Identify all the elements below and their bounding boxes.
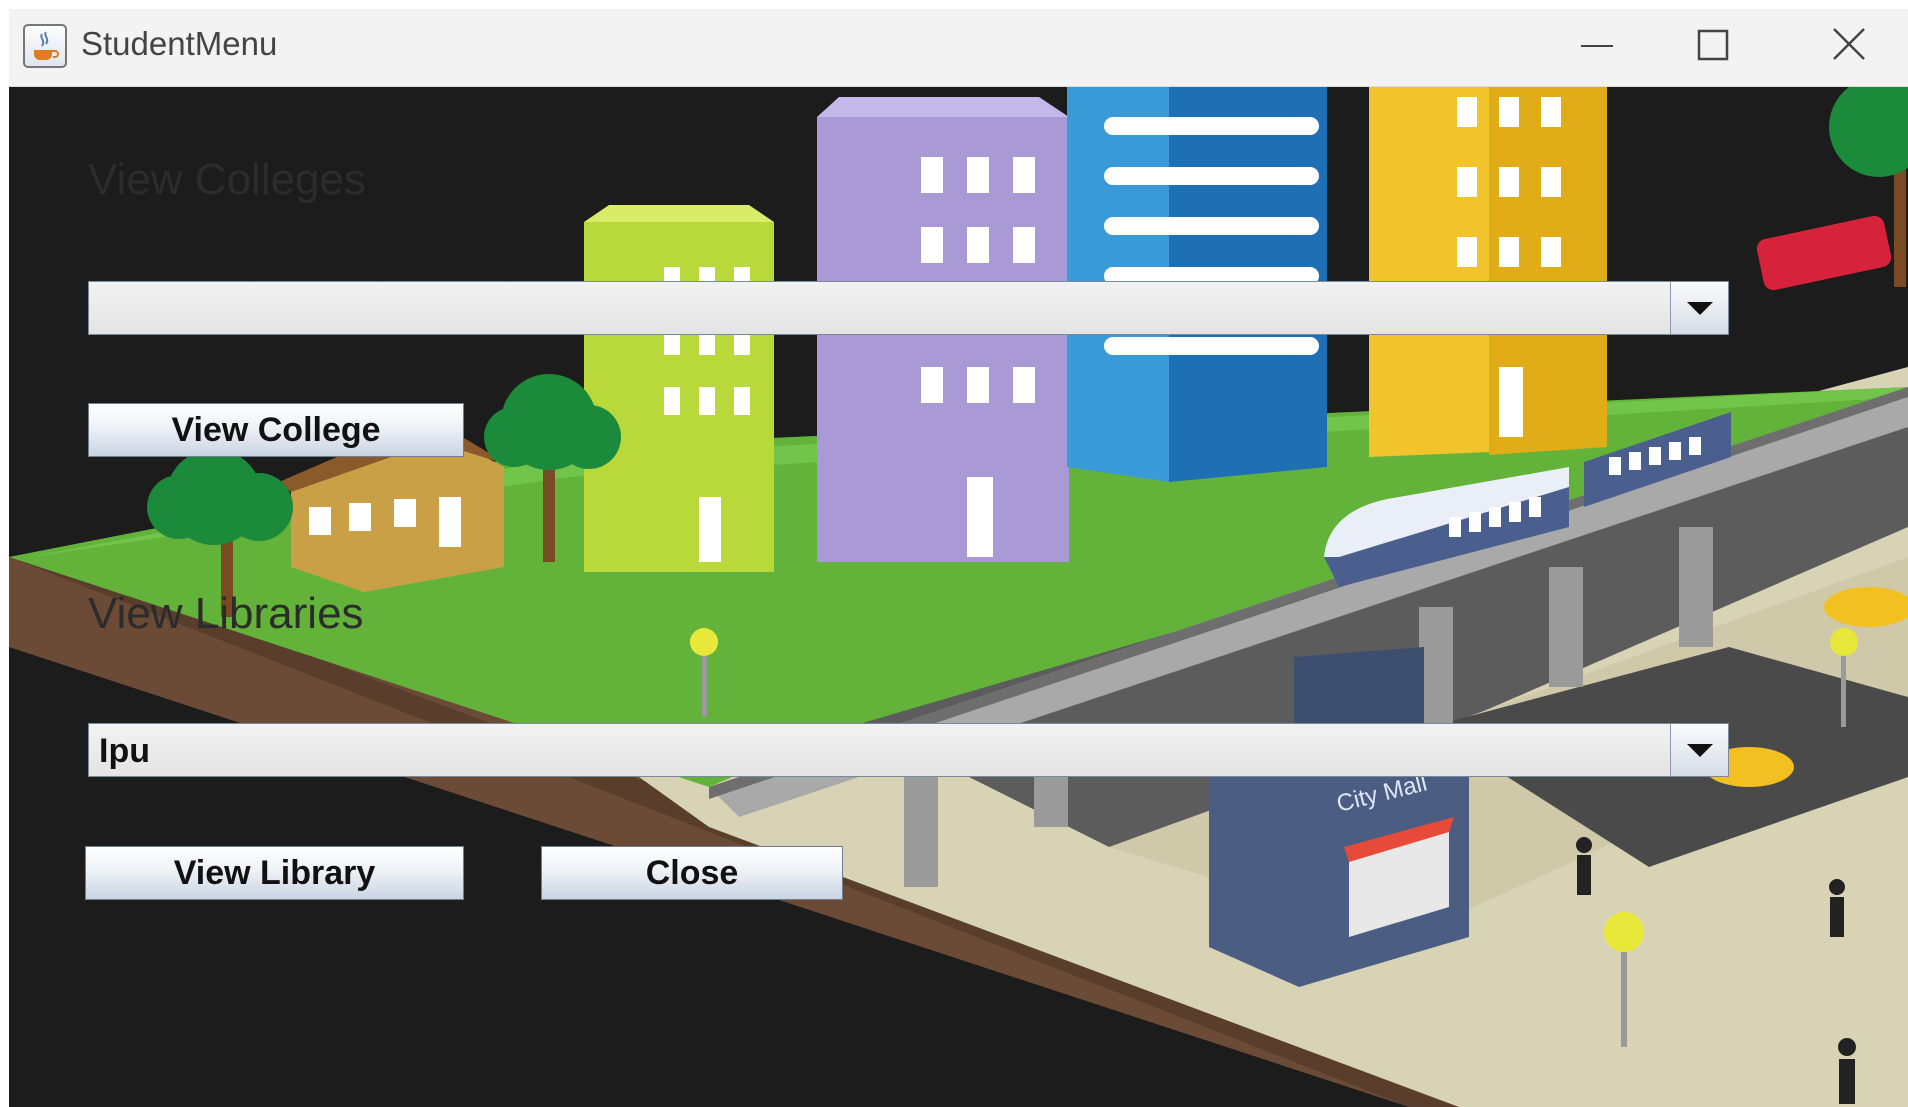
title-bar[interactable]: StudentMenu	[9, 9, 1908, 87]
window-title: StudentMenu	[81, 25, 278, 62]
library-select-value: Ipu	[99, 732, 150, 770]
college-select[interactable]	[88, 281, 1729, 335]
close-window-button[interactable]	[1794, 9, 1904, 86]
library-dropdown-button[interactable]	[1670, 724, 1728, 776]
view-college-button[interactable]: View College	[88, 403, 464, 457]
close-button[interactable]: Close	[541, 846, 843, 900]
college-dropdown-button[interactable]	[1670, 282, 1728, 334]
minimize-icon	[1581, 45, 1613, 47]
maximize-icon	[1697, 29, 1729, 61]
content-pane: City Mall View Colleges View College Vie…	[9, 87, 1908, 1107]
maximize-button[interactable]	[1658, 9, 1768, 86]
minimize-button[interactable]	[1541, 9, 1651, 86]
view-library-button[interactable]: View Library	[85, 846, 464, 900]
library-select[interactable]: Ipu	[88, 723, 1729, 777]
student-menu-window: StudentMenu City Mall View Colleges View…	[9, 9, 1908, 1107]
view-colleges-heading: View Colleges	[88, 155, 367, 204]
java-icon	[23, 24, 67, 68]
chevron-down-icon	[1687, 302, 1713, 315]
view-libraries-heading: View Libraries	[88, 589, 364, 638]
chevron-down-icon	[1687, 744, 1713, 757]
close-icon	[1833, 28, 1865, 60]
